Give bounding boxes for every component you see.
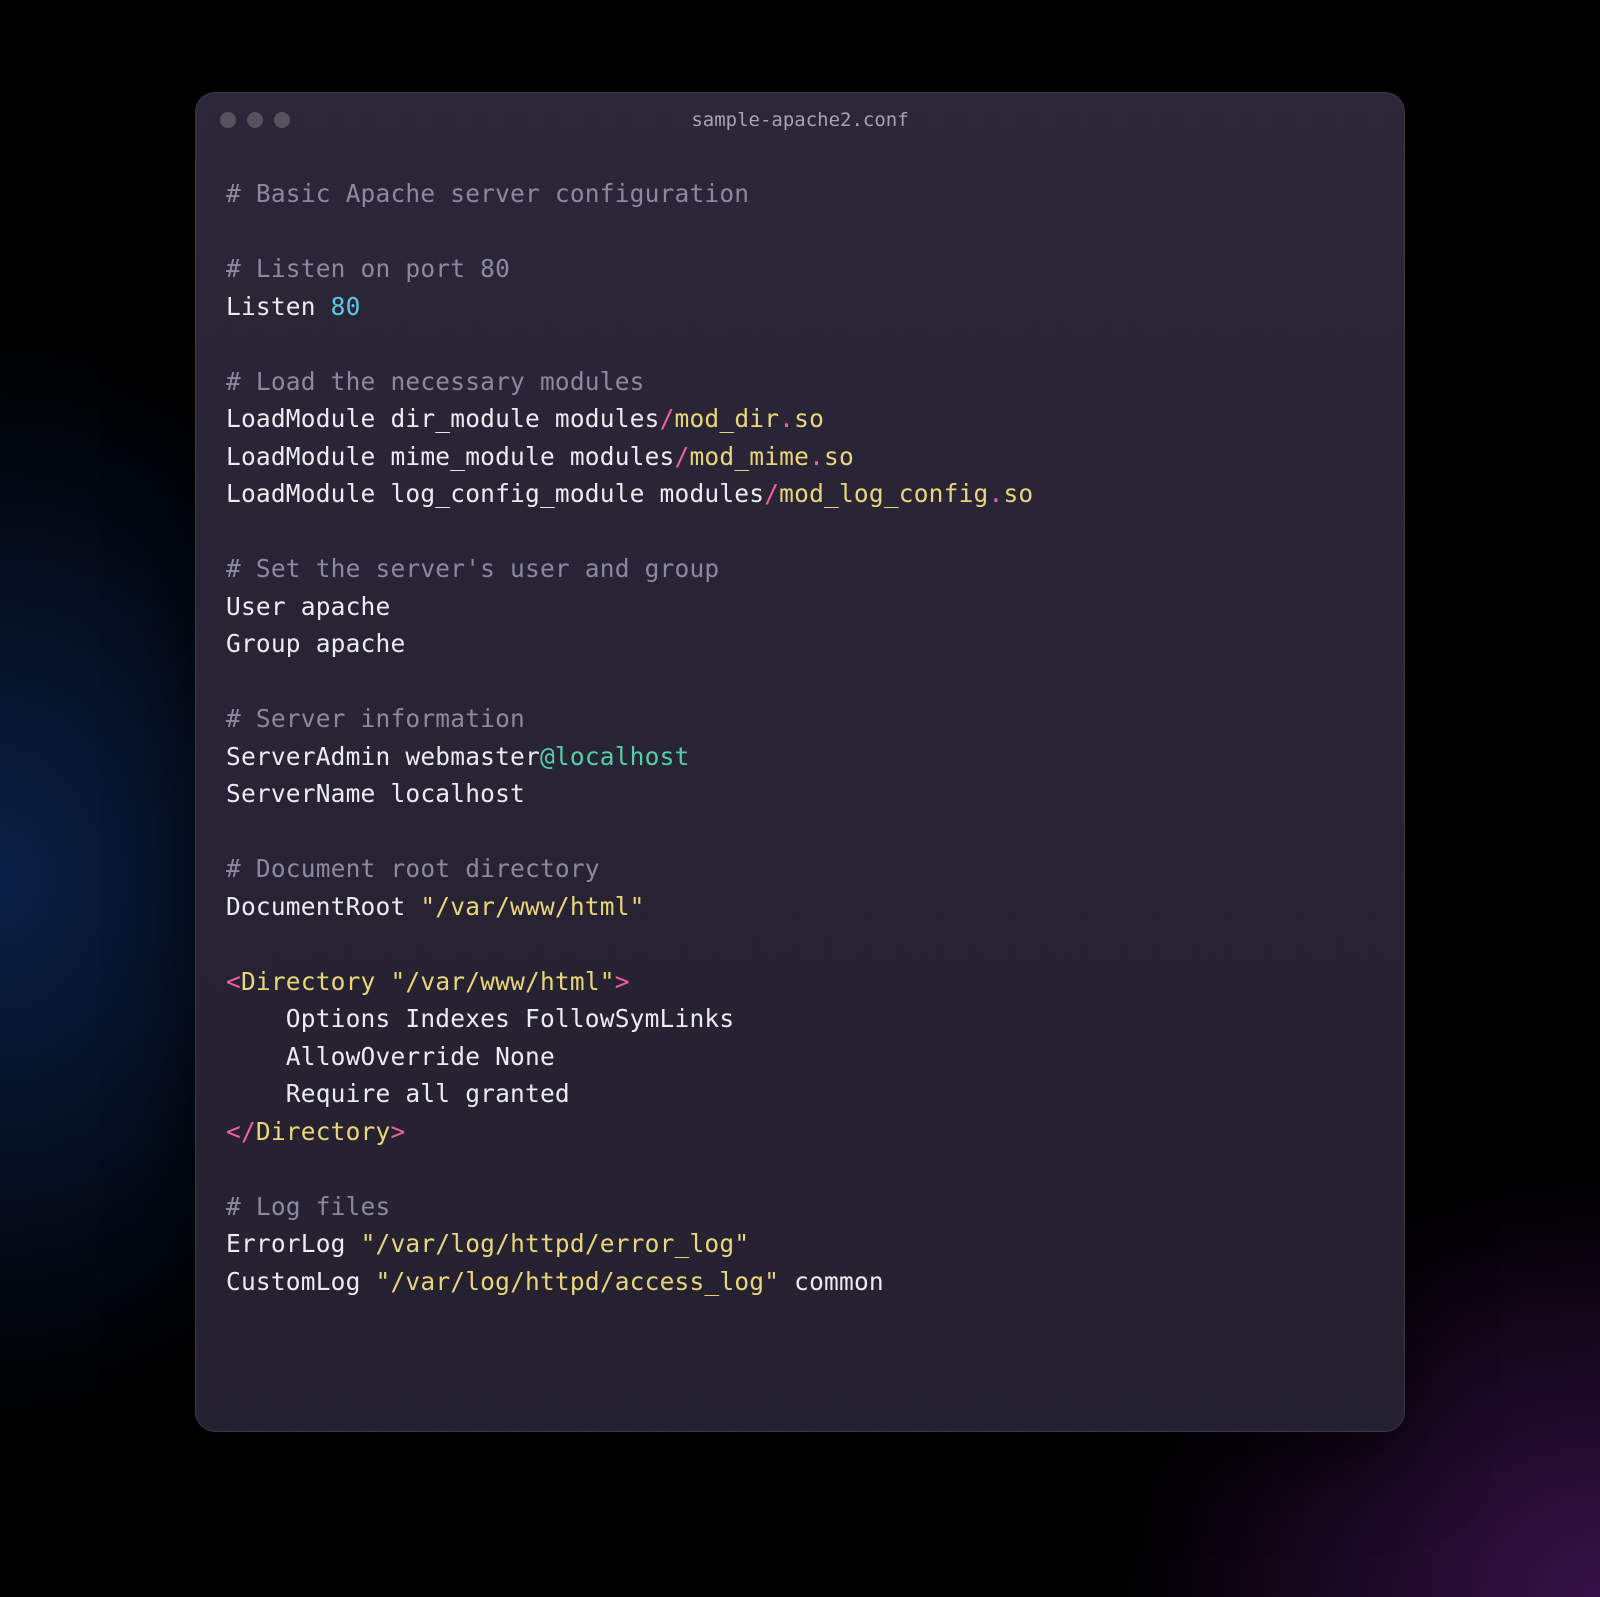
- code-token: # Document root directory: [226, 854, 600, 883]
- code-token: LoadModule log_config_module modules: [226, 479, 764, 508]
- code-token: .: [809, 442, 824, 471]
- code-token: Options Indexes FollowSymLinks: [226, 1004, 734, 1033]
- code-token: LoadModule dir_module modules: [226, 404, 660, 433]
- code-token: 80: [331, 292, 361, 321]
- window-title: sample-apache2.conf: [196, 109, 1404, 131]
- code-token: DocumentRoot: [226, 892, 420, 921]
- maximize-icon[interactable]: [274, 112, 290, 128]
- code-token: /: [764, 479, 779, 508]
- code-token: mod_mime: [689, 442, 809, 471]
- code-token: ServerAdmin webmaster: [226, 742, 540, 771]
- window-controls: [220, 112, 290, 128]
- code-token: User apache: [226, 592, 390, 621]
- code-token: /: [675, 442, 690, 471]
- code-token: @localhost: [540, 742, 690, 771]
- code-token: "/var/log/httpd/access_log": [376, 1267, 780, 1296]
- code-token: # Set the server's user and group: [226, 554, 719, 583]
- code-token: .: [779, 404, 794, 433]
- code-token: so: [1003, 479, 1033, 508]
- code-window: sample-apache2.conf # Basic Apache serve…: [195, 92, 1405, 1432]
- close-icon[interactable]: [220, 112, 236, 128]
- code-token: mod_dir: [675, 404, 780, 433]
- titlebar: sample-apache2.conf: [196, 93, 1404, 147]
- code-token: Group apache: [226, 629, 405, 658]
- code-token: mod_log_config: [779, 479, 988, 508]
- code-token: .: [988, 479, 1003, 508]
- code-token: CustomLog: [226, 1267, 376, 1296]
- code-token: ServerName localhost: [226, 779, 525, 808]
- code-token: "/var/log/httpd/error_log": [361, 1229, 750, 1258]
- code-token: AllowOverride None: [226, 1042, 555, 1071]
- code-token: # Basic Apache server configuration: [226, 179, 749, 208]
- code-token: <: [226, 967, 241, 996]
- code-token: so: [824, 442, 854, 471]
- code-token: >: [390, 1117, 405, 1146]
- code-token: /: [660, 404, 675, 433]
- code-token: # Listen on port 80: [226, 254, 510, 283]
- code-token: # Log files: [226, 1192, 390, 1221]
- code-token: # Load the necessary modules: [226, 367, 645, 396]
- code-token: # Server information: [226, 704, 525, 733]
- code-content: # Basic Apache server configuration # Li…: [196, 147, 1404, 1330]
- code-token: "/var/www/html": [420, 892, 644, 921]
- code-token: Listen: [226, 292, 331, 321]
- code-token: Require all granted: [226, 1079, 570, 1108]
- code-token: </: [226, 1117, 256, 1146]
- minimize-icon[interactable]: [247, 112, 263, 128]
- code-token: common: [779, 1267, 884, 1296]
- code-token: "/var/www/html": [390, 967, 614, 996]
- code-token: Directory: [256, 1117, 391, 1146]
- code-token: LoadModule mime_module modules: [226, 442, 675, 471]
- code-token: Directory: [241, 967, 391, 996]
- code-token: so: [794, 404, 824, 433]
- code-token: >: [615, 967, 630, 996]
- code-token: ErrorLog: [226, 1229, 361, 1258]
